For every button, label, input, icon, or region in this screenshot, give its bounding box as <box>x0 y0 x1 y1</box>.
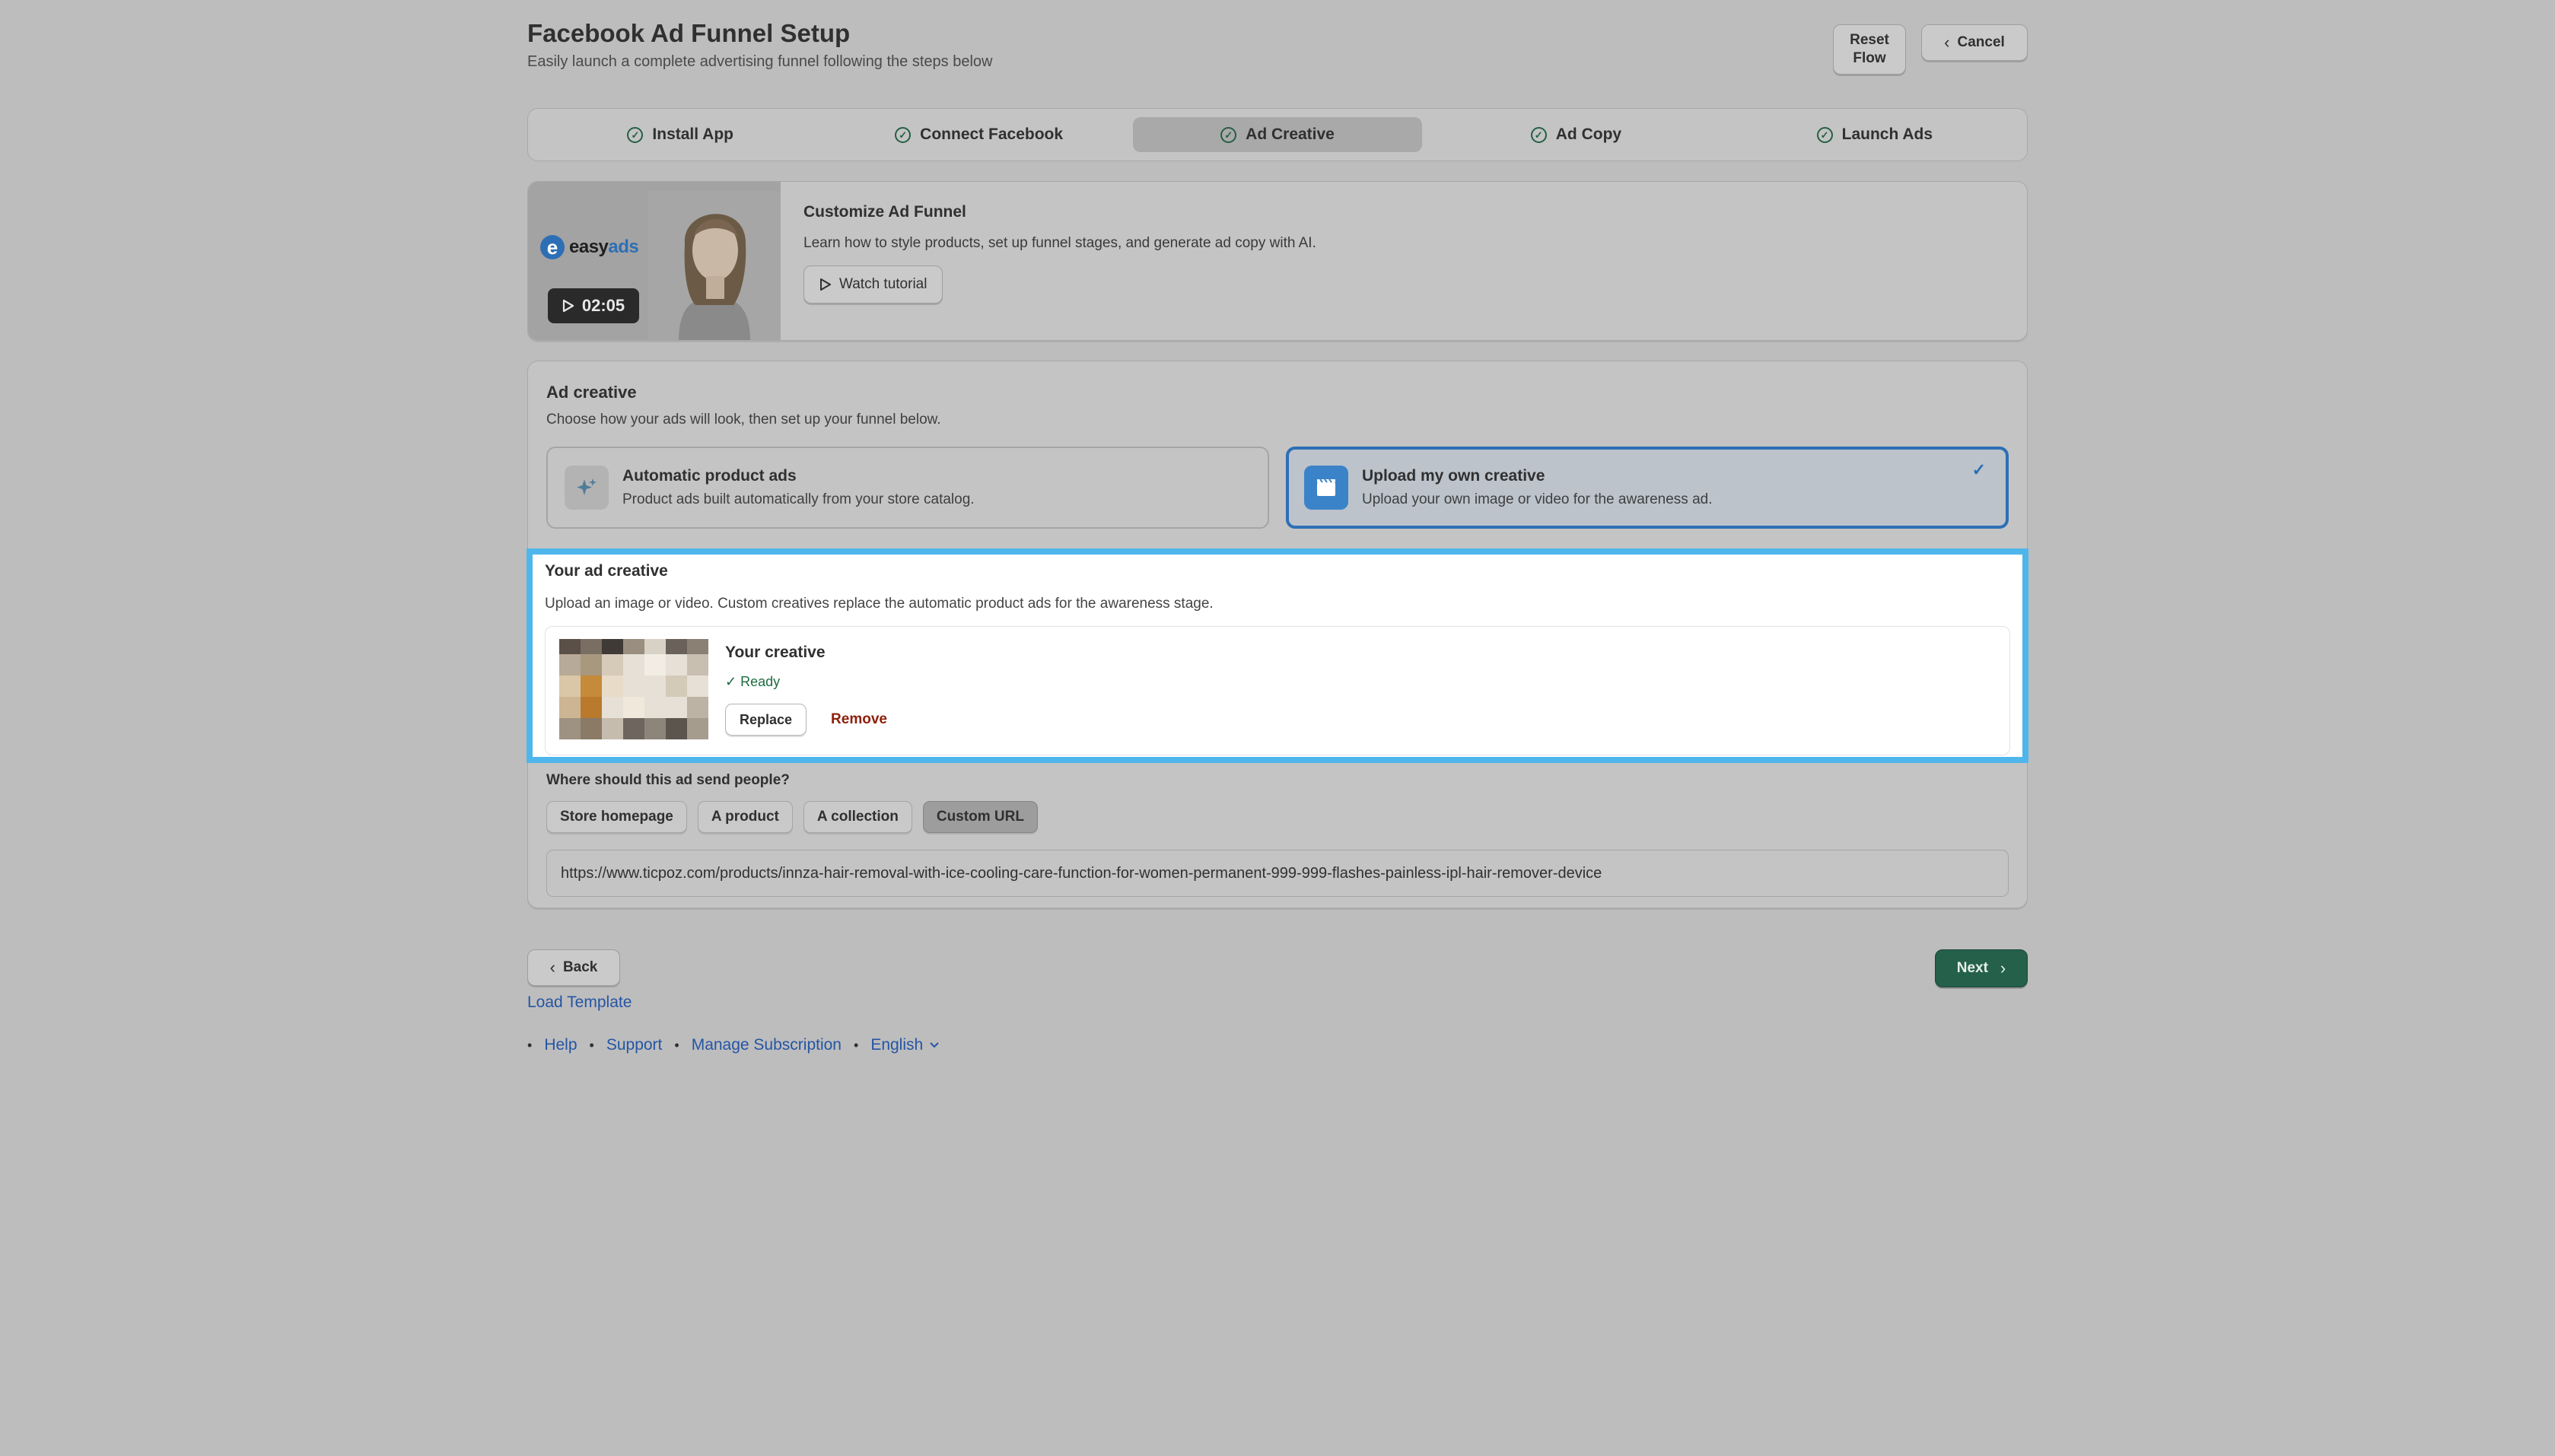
support-link[interactable]: Support <box>606 1036 663 1054</box>
replace-button[interactable]: Replace <box>725 704 807 736</box>
tutorial-video-thumbnail[interactable]: e easyads 02:05 <box>528 182 781 340</box>
option-description: Product ads built automatically from you… <box>622 491 975 507</box>
bullet: • <box>527 1037 533 1053</box>
footer-links: • Help • Support • Manage Subscription •… <box>527 1036 2028 1054</box>
check-circle-icon: ✓ <box>1220 126 1237 143</box>
cancel-label: Cancel <box>1957 34 2005 50</box>
tutorial-description: Learn how to style products, set up funn… <box>803 235 1316 251</box>
easyads-logo-text: easyads <box>569 237 639 257</box>
option-upload-own-creative[interactable]: Upload my own creative Upload your own i… <box>1286 447 2009 529</box>
creative-details: Your creative ✓ Ready Replace Remove <box>725 639 887 742</box>
custom-url-input[interactable]: https://www.ticpoz.com/products/innza-ha… <box>546 850 2009 897</box>
help-link[interactable]: Help <box>544 1036 577 1054</box>
destination-store-homepage[interactable]: Store homepage <box>546 801 687 833</box>
option-title: Upload my own creative <box>1362 467 1545 485</box>
destination-options: Store homepage A product A collection Cu… <box>546 801 2009 833</box>
chevron-right-icon: › <box>2000 958 2006 978</box>
step-label: Install App <box>652 126 733 143</box>
tutorial-body: Customize Ad Funnel Learn how to style p… <box>781 182 1339 340</box>
load-template-link[interactable]: Load Template <box>527 993 632 1012</box>
video-duration-badge: 02:05 <box>548 288 639 323</box>
step-ad-copy[interactable]: ✓ Ad Copy <box>1431 117 1720 152</box>
chevron-left-icon: ‹ <box>1944 33 1950 52</box>
manage-subscription-link[interactable]: Manage Subscription <box>692 1036 842 1054</box>
check-circle-icon: ✓ <box>895 126 912 143</box>
remove-link[interactable]: Remove <box>831 711 887 728</box>
ad-creative-title: Ad creative <box>546 383 637 402</box>
tutorial-card: e easyads 02:05 Customize Ad Funnel Lear… <box>527 181 2028 341</box>
page-subtitle: Easily launch a complete advertising fun… <box>527 53 993 70</box>
creative-mode-options: Automatic product ads Product ads built … <box>546 447 2009 529</box>
ad-creative-description: Choose how your ads will look, then set … <box>546 412 941 428</box>
creative-title: Your creative <box>725 644 826 661</box>
next-label: Next <box>1956 960 1988 976</box>
option-text: Upload my own creative Upload your own i… <box>1362 467 1712 508</box>
navigation-row: ‹ Back Next › <box>527 949 2028 987</box>
step-install-app[interactable]: ✓ Install App <box>536 117 825 152</box>
option-text: Automatic product ads Product ads built … <box>622 467 975 508</box>
creative-status-text: Ready <box>740 674 781 689</box>
destination-label: Where should this ad send people? <box>546 772 790 788</box>
destination-a-product[interactable]: A product <box>697 801 793 833</box>
film-icon <box>1304 466 1348 510</box>
check-circle-icon: ✓ <box>1530 126 1547 143</box>
destination-a-collection[interactable]: A collection <box>803 801 912 833</box>
ad-creative-card: Ad creative Choose how your ads will loo… <box>527 361 2028 908</box>
step-ad-creative[interactable]: ✓ Ad Creative <box>1132 117 1423 152</box>
reset-label-line2: Flow <box>1853 50 1886 66</box>
header-actions: Reset Flow ‹ Cancel <box>1833 24 2028 75</box>
easyads-logo: e easyads <box>540 235 639 259</box>
bullet: • <box>589 1037 594 1053</box>
watch-tutorial-button[interactable]: Watch tutorial <box>803 265 943 304</box>
video-duration: 02:05 <box>581 296 625 315</box>
your-ad-creative-description: Upload an image or video. Custom creativ… <box>545 596 1214 612</box>
uploaded-creative-item: Your creative ✓ Ready Replace Remove <box>545 626 2010 755</box>
play-icon <box>820 278 831 291</box>
step-progress-bar: ✓ Install App ✓ Connect Facebook ✓ Ad Cr… <box>527 108 2028 161</box>
bullet: • <box>674 1037 679 1053</box>
back-button[interactable]: ‹ Back <box>527 949 620 986</box>
next-button[interactable]: Next › <box>1935 949 2028 987</box>
back-label: Back <box>562 959 598 975</box>
sparkle-icon <box>565 466 609 510</box>
language-selector[interactable]: English <box>870 1036 940 1054</box>
bullet: • <box>854 1037 859 1053</box>
page-header: Facebook Ad Funnel Setup Easily launch a… <box>527 17 2028 81</box>
reset-label-line1: Reset <box>1850 32 1889 48</box>
check-icon: ✓ <box>725 674 741 689</box>
destination-custom-url[interactable]: Custom URL <box>922 801 1038 833</box>
play-icon <box>562 299 574 313</box>
chevron-down-icon <box>930 1042 939 1048</box>
creative-actions: Replace Remove <box>725 704 887 736</box>
language-label: English <box>870 1036 924 1054</box>
step-connect-facebook[interactable]: ✓ Connect Facebook <box>834 117 1123 152</box>
cancel-button[interactable]: ‹ Cancel <box>1921 24 2028 61</box>
creative-status: ✓ Ready <box>725 674 887 690</box>
check-circle-icon: ✓ <box>1816 126 1833 143</box>
step-label: Ad Copy <box>1555 126 1622 143</box>
option-title: Automatic product ads <box>622 467 797 485</box>
step-label: Ad Creative <box>1246 126 1335 143</box>
option-description: Upload your own image or video for the a… <box>1362 491 1713 507</box>
tutorial-title: Customize Ad Funnel <box>803 203 966 221</box>
presenter-photo <box>648 191 781 340</box>
step-label: Connect Facebook <box>920 126 1064 143</box>
selected-check-icon: ✓ <box>1971 460 1986 479</box>
step-launch-ads[interactable]: ✓ Launch Ads <box>1730 117 2019 152</box>
funnel-setup-page: Facebook Ad Funnel Setup Easily launch a… <box>527 17 2028 1054</box>
page-title: Facebook Ad Funnel Setup <box>527 19 851 47</box>
step-label: Launch Ads <box>1841 126 1933 143</box>
easyads-logo-mark: e <box>540 235 565 259</box>
your-ad-creative-panel: Your ad creative Upload an image or vide… <box>527 548 2028 763</box>
your-ad-creative-title: Your ad creative <box>545 562 668 580</box>
reset-flow-button[interactable]: Reset Flow <box>1833 24 1906 75</box>
watch-tutorial-label: Watch tutorial <box>839 276 928 292</box>
destination-section: Where should this ad send people? Store … <box>546 772 2009 897</box>
creative-thumbnail <box>559 639 708 739</box>
chevron-left-icon: ‹ <box>549 958 555 977</box>
option-automatic-product-ads[interactable]: Automatic product ads Product ads built … <box>546 447 1269 529</box>
check-circle-icon: ✓ <box>627 126 644 143</box>
